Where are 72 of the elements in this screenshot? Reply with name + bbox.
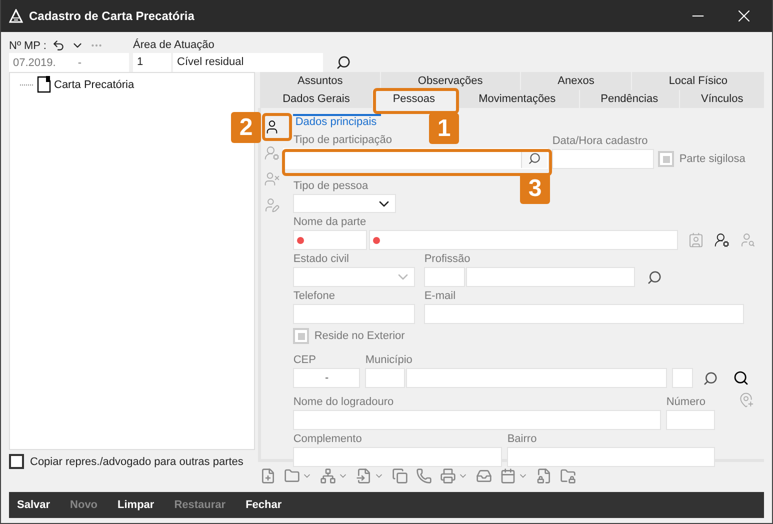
file-lock-icon[interactable] — [536, 468, 552, 484]
input-field[interactable] — [507, 447, 716, 467]
checkbox-label: Parte sigilosa — [679, 153, 746, 165]
phone-icon[interactable] — [416, 468, 432, 484]
input-field[interactable] — [293, 304, 416, 324]
action-button[interactable]: Salvar — [17, 499, 50, 511]
printer-icon[interactable] — [440, 468, 468, 484]
field-label: Complemento — [293, 432, 363, 446]
tab[interactable]: Pendências — [580, 90, 680, 108]
field-label: Tipo de pessoa — [293, 179, 370, 193]
copy-icon[interactable] — [392, 468, 408, 484]
input-field[interactable]: Cível residual — [173, 52, 323, 72]
field-label: Telefone — [293, 289, 336, 303]
tab[interactable]: Vínculos — [680, 90, 764, 108]
checkbox-label: Reside no Exterior — [314, 330, 405, 342]
field-label: Tipo de participação — [293, 133, 393, 147]
action-button[interactable]: Limpar — [118, 499, 154, 511]
input-field[interactable] — [672, 368, 694, 388]
field-label: Município — [365, 353, 414, 367]
input-field[interactable] — [406, 368, 668, 388]
required-marker — [373, 236, 380, 244]
document-icon — [37, 76, 51, 93]
input-field[interactable] — [424, 267, 466, 287]
field-label: Profissão — [424, 252, 472, 266]
tab[interactable]: Dados Gerais — [260, 90, 372, 108]
field-label: E-mail — [424, 289, 457, 303]
checkbox[interactable] — [9, 454, 24, 469]
input-field[interactable] — [666, 410, 716, 430]
field-label: Bairro — [507, 432, 538, 446]
tab[interactable]: Local Físico — [632, 72, 764, 90]
folder-lock-icon[interactable] — [560, 468, 576, 484]
hierarchy-icon[interactable] — [320, 468, 348, 484]
input-field[interactable] — [466, 267, 636, 287]
step-badge: 2 — [231, 112, 261, 143]
tab[interactable]: Assuntos — [260, 72, 380, 90]
input-field[interactable]: 07.2019. - — [9, 53, 129, 72]
section-link[interactable]: Dados principais — [293, 114, 381, 128]
field-label: CEP — [293, 353, 317, 367]
search-icon[interactable] — [528, 152, 542, 165]
input-field[interactable] — [369, 230, 678, 250]
folder-icon[interactable] — [284, 468, 312, 484]
field-label: Nº MP : — [9, 40, 46, 52]
input-field[interactable]: 1 — [133, 52, 171, 72]
field-label: Número — [666, 395, 706, 409]
input-field[interactable] — [293, 447, 502, 467]
field-label: Nome do logradouro — [293, 395, 395, 409]
step-badge: 3 — [520, 173, 550, 204]
tab[interactable]: Observações — [381, 72, 520, 90]
calendar-icon[interactable] — [500, 468, 528, 484]
undo-icon[interactable] — [52, 39, 66, 52]
required-marker — [297, 236, 304, 244]
input-field[interactable] — [293, 230, 368, 250]
app-logo-icon — [9, 9, 23, 23]
window-title: Cadastro de Carta Precatória — [29, 9, 196, 23]
tree-item[interactable]: Carta Precatória — [54, 78, 134, 90]
field-label: Estado civil — [293, 252, 350, 266]
field-label: Área de Atuação — [133, 39, 216, 51]
tab[interactable]: Anexos — [520, 72, 632, 90]
field-label: Nome da parte — [293, 215, 368, 229]
input-field[interactable] — [293, 410, 662, 430]
input-field[interactable] — [365, 368, 406, 388]
inbox-icon[interactable] — [476, 468, 492, 484]
input-field[interactable] — [424, 304, 744, 324]
tree-connector-icon — [20, 82, 34, 86]
input-field[interactable]: - — [293, 368, 360, 388]
checkbox-label: Copiar repres./advogado para outras partes — [30, 456, 244, 468]
action-button[interactable]: Fechar — [246, 499, 282, 511]
field-label: Data/Hora cadastro — [552, 134, 649, 148]
step-badge: 1 — [429, 113, 459, 144]
input-field[interactable] — [552, 149, 654, 169]
file-import-icon[interactable] — [356, 468, 384, 484]
file-plus-icon[interactable] — [260, 468, 276, 484]
